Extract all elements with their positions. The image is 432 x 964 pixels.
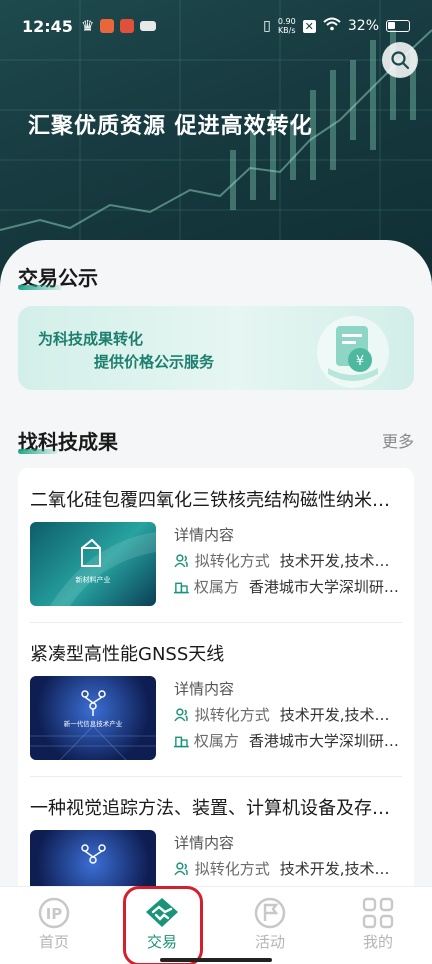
detail-label: 详情内容: [174, 680, 235, 698]
people-icon: [174, 861, 188, 875]
banner-line1: 为科技成果转化: [38, 330, 144, 348]
owner-label: 权属方: [193, 578, 239, 596]
owner-value: 香港城市大学深圳研究院: [248, 578, 402, 596]
new-materials-icon: 新材料产业: [50, 532, 156, 606]
building-icon: [174, 736, 189, 747]
app-icon: [120, 19, 135, 33]
transfer-method-row: 拟转化方式 技术开发,技术转让: [174, 858, 402, 879]
tab-activity[interactable]: 活动: [216, 887, 324, 964]
people-icon: [174, 707, 188, 721]
title-underline: [18, 285, 62, 290]
home-indicator: [160, 958, 272, 962]
thumb-caption: 新材料产业: [76, 575, 111, 584]
owner-value: 香港城市大学深圳研究院: [248, 732, 402, 750]
bottom-tab-bar: IP 首页 交易 活动 我的: [0, 886, 432, 964]
transfer-value: 技术开发,技术转让: [279, 860, 402, 878]
network-speed: 0.90 KB/s: [278, 17, 296, 35]
people-icon: [174, 553, 188, 567]
item-title: 一种视觉追踪方法、装置、计算机设备及存储介质: [30, 798, 402, 819]
ip-home-icon: IP: [37, 895, 71, 931]
achievement-item[interactable]: 二氧化硅包覆四氧化三铁核壳结构磁性纳米颗粒 新材料产业 详情内容 拟转化方式 技…: [30, 486, 402, 606]
achievement-item[interactable]: 一种视觉追踪方法、装置、计算机设备及存储介质 详情内容 拟转化方式 技术开发,技…: [30, 794, 402, 914]
svg-text:¥: ¥: [356, 354, 364, 369]
highlight-annotation: [123, 886, 203, 964]
network-speed-value: 0.90: [277, 17, 296, 26]
thumb-caption: 新一代信息技术产业: [64, 719, 123, 728]
status-bar: 12:45 ♛ ▯ 0.90 KB/s ✕ 32%: [0, 0, 432, 52]
network-speed-unit: KB/s: [277, 26, 296, 35]
detail-label: 详情内容: [174, 526, 235, 544]
app-icon: [100, 19, 115, 33]
grid-profile-icon: [362, 895, 394, 931]
building-icon: [174, 582, 189, 593]
transfer-method-row: 拟转化方式 技术开发,技术转让: [174, 704, 402, 725]
search-button[interactable]: [382, 42, 418, 78]
divider: [30, 776, 402, 777]
transfer-label: 拟转化方式: [194, 552, 270, 570]
crown-icon: ♛: [80, 17, 95, 35]
owner-row: 权属方 香港城市大学深圳研究院: [174, 730, 402, 751]
item-thumbnail: 新材料产业: [30, 522, 156, 606]
svg-text:IP: IP: [46, 905, 63, 923]
transfer-value: 技术开发,技术转让: [279, 706, 402, 724]
transfer-label: 拟转化方式: [194, 706, 270, 724]
achievement-list: 二氧化硅包覆四氧化三铁核壳结构磁性纳米颗粒 新材料产业 详情内容 拟转化方式 技…: [18, 468, 414, 914]
tab-label: 活动: [254, 933, 285, 951]
more-link[interactable]: 更多: [382, 428, 414, 452]
tab-label: 首页: [38, 933, 69, 951]
tab-mine[interactable]: 我的: [324, 887, 432, 964]
vibrate-icon: ▯: [263, 18, 271, 34]
owner-row: 权属方 香港城市大学深圳研究院: [174, 576, 402, 597]
transfer-method-row: 拟转化方式 技术开发,技术转让: [174, 550, 402, 571]
hero-title: 汇聚优质资源 促进高效转化: [28, 114, 313, 139]
notification-icons: ♛: [80, 17, 157, 35]
item-title: 紧凑型高性能GNSS天线: [30, 644, 225, 665]
transfer-label: 拟转化方式: [194, 860, 270, 878]
title-underline: [18, 449, 58, 454]
owner-label: 权属方: [193, 732, 239, 750]
tab-label: 我的: [362, 933, 393, 951]
status-time: 12:45: [22, 16, 73, 36]
status-indicators: ▯ 0.90 KB/s ✕ 32%: [263, 17, 410, 35]
sim-icon: ✕: [302, 19, 316, 33]
achievement-item[interactable]: 紧凑型高性能GNSS天线 新一代信息技术产业 详情内容 拟转化方式 技术开发,技…: [30, 640, 402, 760]
item-thumbnail: 新一代信息技术产业: [30, 676, 156, 760]
battery-percent: 32%: [347, 18, 379, 34]
price-document-icon: ¥: [317, 316, 389, 388]
search-icon: [391, 51, 410, 70]
transfer-value: 技术开发,技术转让: [279, 552, 402, 570]
item-title: 二氧化硅包覆四氧化三铁核壳结构磁性纳米颗粒: [30, 490, 402, 511]
tab-home[interactable]: IP 首页: [0, 887, 108, 964]
divider: [30, 622, 402, 623]
banner-line2: 提供价格公示服务: [94, 353, 215, 371]
detail-label: 详情内容: [174, 834, 235, 852]
flag-icon: [253, 895, 287, 931]
wifi-icon: [323, 17, 341, 35]
app-icon: [140, 21, 157, 31]
circuit-icon: 新一代信息技术产业: [30, 690, 156, 760]
price-notice-banner[interactable]: 为科技成果转化 提供价格公示服务 ¥: [18, 306, 414, 390]
battery-icon: [386, 20, 410, 32]
